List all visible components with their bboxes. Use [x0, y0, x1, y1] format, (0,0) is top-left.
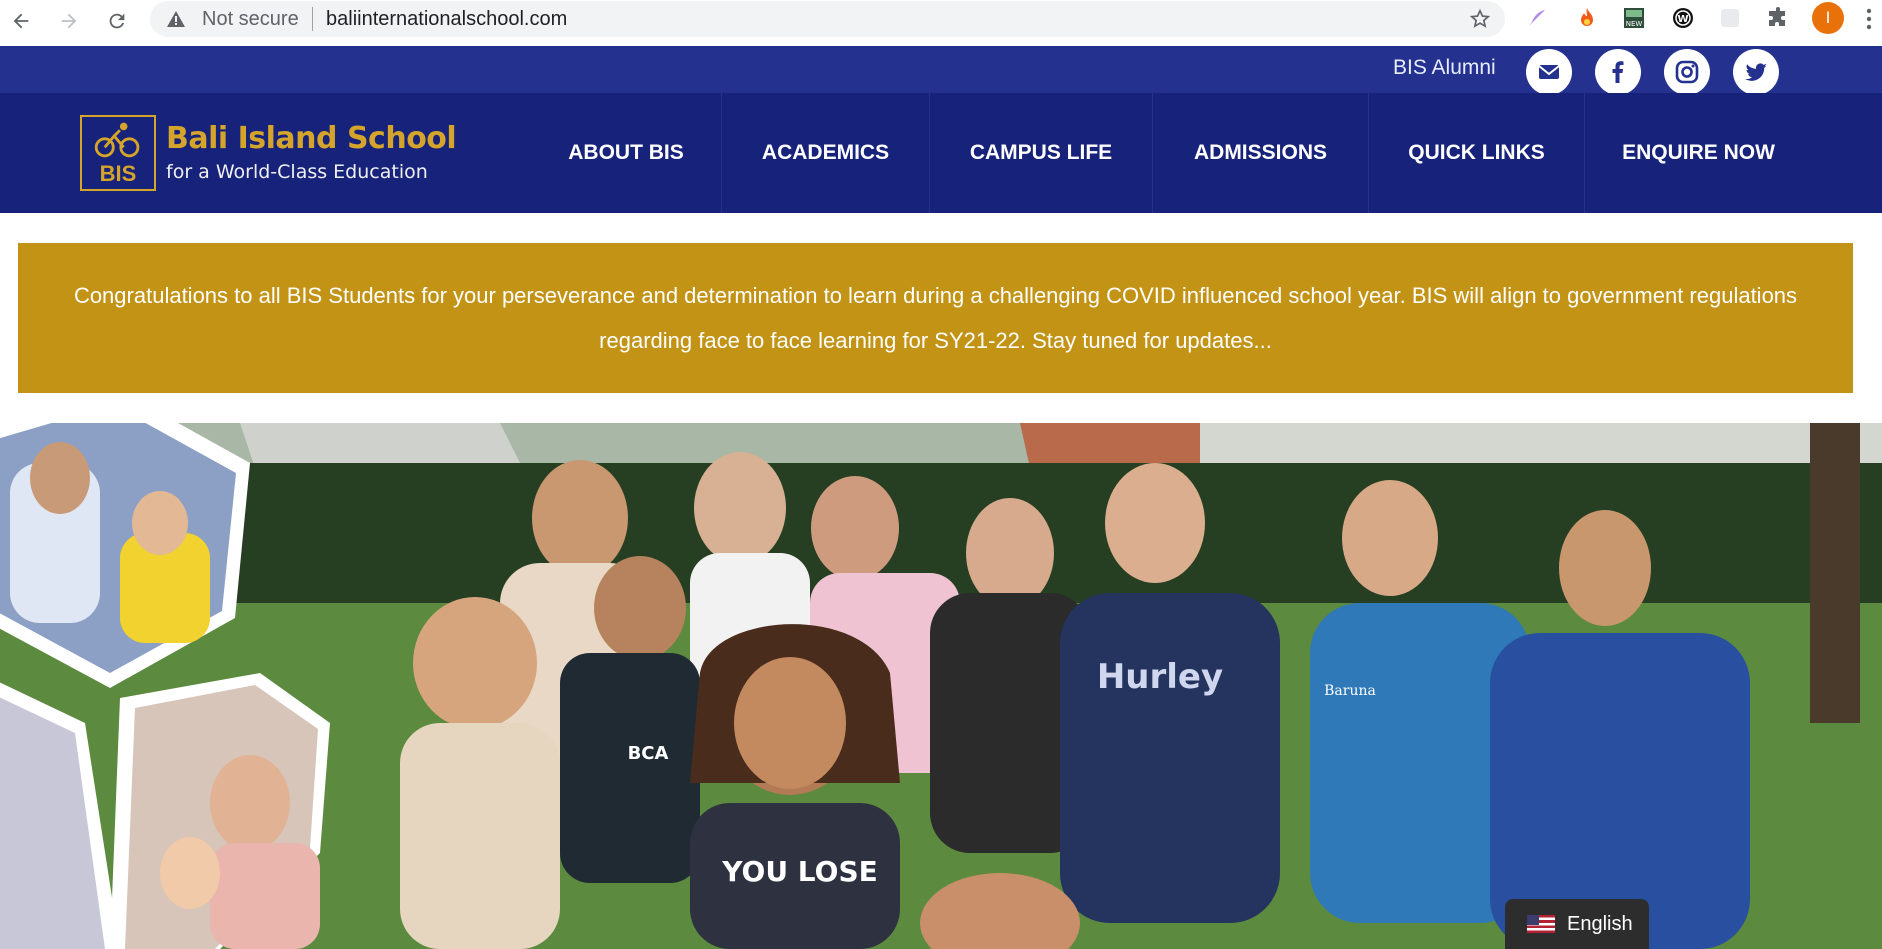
nav-enquire-now[interactable]: ENQUIRE NOW: [1584, 93, 1812, 213]
warning-icon[interactable]: [166, 9, 186, 29]
logo-abbreviation: BIS: [99, 161, 137, 186]
blank-extension-icon[interactable]: [1717, 5, 1743, 31]
language-label: English: [1567, 912, 1633, 935]
nav-campus-life[interactable]: CAMPUS LIFE: [929, 93, 1152, 213]
announcement-banner: Congratulations to all BIS Students for …: [18, 243, 1853, 393]
email-icon[interactable]: [1526, 49, 1572, 95]
main-navigation: BIS Bali Island School for a World-Class…: [0, 93, 1882, 213]
quill-icon[interactable]: [1524, 5, 1550, 31]
school-name: Bali Island School: [166, 121, 457, 156]
instagram-icon[interactable]: [1664, 49, 1710, 95]
shirt-text-baruna: Baruna: [1324, 683, 1376, 699]
shirt-text-hurley: Hurley: [1097, 657, 1223, 697]
svg-text:W: W: [1677, 14, 1688, 25]
kebab-menu-icon[interactable]: [1866, 8, 1872, 30]
wordpress-icon[interactable]: W: [1670, 5, 1696, 31]
svg-text:NEW: NEW: [1626, 20, 1643, 28]
school-tagline: for a World-Class Education: [166, 161, 428, 183]
omnibox-divider: [312, 7, 313, 31]
nav-admissions[interactable]: ADMISSIONS: [1152, 93, 1368, 213]
shirt-text-you-lose: YOU LOSE: [721, 855, 878, 888]
nav-about-bis[interactable]: ABOUT BIS: [531, 93, 721, 213]
language-selector[interactable]: English: [1505, 899, 1649, 949]
browser-toolbar: Not secure baliinternationalschool.com N…: [0, 0, 1882, 46]
back-icon[interactable]: [4, 4, 38, 38]
reload-icon[interactable]: [100, 4, 134, 38]
nav-quick-links[interactable]: QUICK LINKS: [1368, 93, 1584, 213]
puzzle-icon[interactable]: [1765, 5, 1791, 31]
announcement-text: Congratulations to all BIS Students for …: [73, 283, 1798, 353]
news-icon[interactable]: NEW: [1621, 5, 1647, 31]
fire-icon[interactable]: [1574, 5, 1600, 31]
hero-image: YOU LOSE BCA Baruna Hurley: [0, 423, 1882, 949]
students-photo: YOU LOSE BCA Baruna Hurley: [0, 423, 1882, 949]
profile-avatar[interactable]: I: [1812, 2, 1844, 34]
address-bar[interactable]: Not secure baliinternationalschool.com: [150, 1, 1505, 37]
security-label[interactable]: Not secure: [202, 8, 299, 31]
forward-icon[interactable]: [52, 4, 86, 38]
alumni-link[interactable]: BIS Alumni: [1393, 56, 1496, 80]
twitter-icon[interactable]: [1733, 49, 1779, 95]
logo-mark: BIS: [80, 115, 156, 191]
site-topbar: BIS Alumni: [0, 46, 1882, 95]
nav-academics[interactable]: ACADEMICS: [721, 93, 929, 213]
facebook-icon[interactable]: [1595, 49, 1641, 95]
url-text[interactable]: baliinternationalschool.com: [326, 8, 567, 31]
bookmark-star-icon[interactable]: [1469, 8, 1491, 30]
us-flag-icon: [1527, 915, 1555, 933]
shirt-text-bca: BCA: [628, 743, 669, 764]
